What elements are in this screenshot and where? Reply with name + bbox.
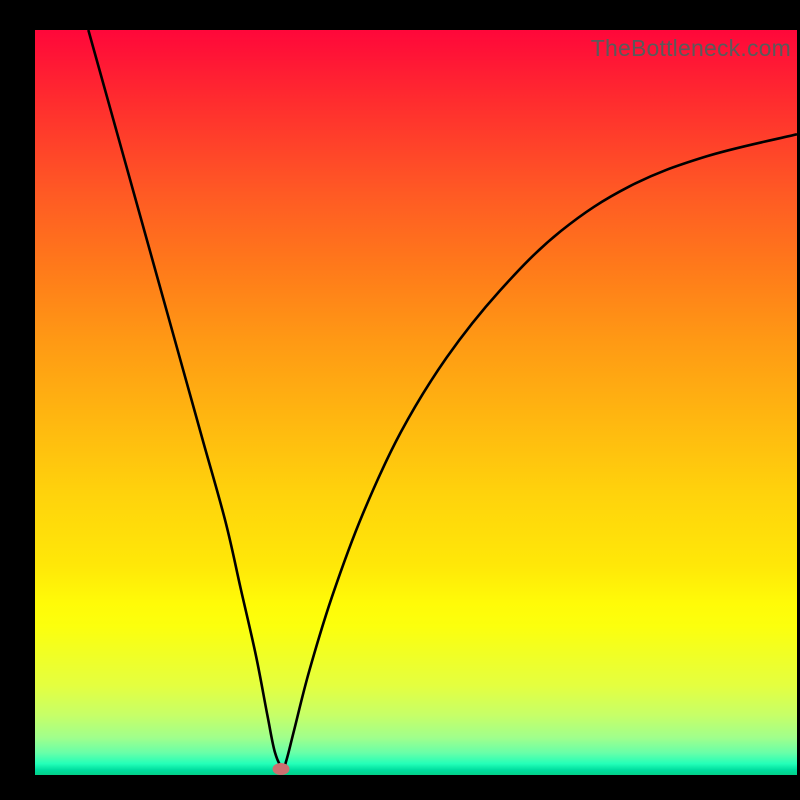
optimal-marker	[273, 763, 290, 775]
bottleneck-curve	[88, 30, 797, 768]
curve-svg	[35, 30, 797, 775]
plot-area: TheBottleneck.com	[35, 30, 797, 775]
chart-frame: TheBottleneck.com	[0, 0, 800, 800]
